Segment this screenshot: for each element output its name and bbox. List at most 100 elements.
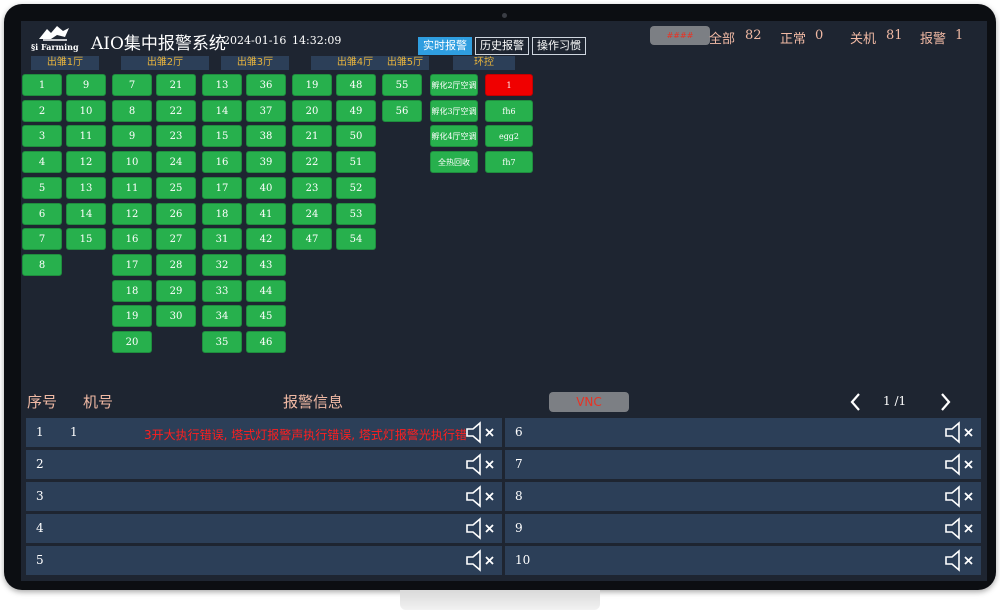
machine-button[interactable]: 3: [22, 125, 62, 147]
machine-button[interactable]: 39: [246, 151, 286, 173]
machine-button[interactable]: 1: [22, 74, 62, 96]
machine-button[interactable]: 7: [22, 228, 62, 250]
machine-button[interactable]: 22: [292, 151, 332, 173]
env-unit-button[interactable]: fh6: [485, 100, 533, 122]
machine-button[interactable]: 55: [382, 74, 422, 96]
env-unit-button[interactable]: fh7: [485, 151, 533, 173]
machine-button[interactable]: 21: [156, 74, 196, 96]
machine-button[interactable]: 18: [202, 203, 242, 225]
machine-button[interactable]: 19: [292, 74, 332, 96]
machine-button[interactable]: 10: [66, 100, 106, 122]
alarm-row[interactable]: 3: [26, 482, 502, 511]
machine-button[interactable]: 15: [202, 125, 242, 147]
speaker-mute-icon[interactable]: [464, 452, 498, 477]
machine-button[interactable]: 52: [336, 177, 376, 199]
machine-button[interactable]: 46: [246, 331, 286, 353]
alarm-row[interactable]: 10: [505, 546, 981, 575]
machine-button[interactable]: 23: [292, 177, 332, 199]
tab-realtime-alarm[interactable]: 实时报警: [418, 37, 472, 55]
machine-button[interactable]: 23: [156, 125, 196, 147]
env-unit-button-alarm[interactable]: 1: [485, 74, 533, 96]
alarm-row[interactable]: 8: [505, 482, 981, 511]
tab-operation-habits[interactable]: 操作习惯: [532, 37, 586, 55]
machine-button[interactable]: 8: [22, 254, 62, 276]
machine-button[interactable]: 2: [22, 100, 62, 122]
machine-button[interactable]: 14: [202, 100, 242, 122]
machine-button[interactable]: 56: [382, 100, 422, 122]
env-unit-button[interactable]: egg2: [485, 125, 533, 147]
speaker-mute-icon[interactable]: [943, 516, 977, 541]
stat-all-label[interactable]: 全部: [709, 28, 735, 47]
machine-button[interactable]: 17: [202, 177, 242, 199]
machine-button[interactable]: 28: [156, 254, 196, 276]
machine-button[interactable]: 13: [202, 74, 242, 96]
machine-button[interactable]: 27: [156, 228, 196, 250]
machine-button[interactable]: 47: [292, 228, 332, 250]
machine-button[interactable]: 24: [292, 203, 332, 225]
alarm-row[interactable]: 2: [26, 450, 502, 479]
stat-alarm-label[interactable]: 报警: [920, 28, 946, 47]
machine-button[interactable]: 20: [292, 100, 332, 122]
speaker-mute-icon[interactable]: [943, 452, 977, 477]
machine-button[interactable]: 21: [292, 125, 332, 147]
machine-button[interactable]: 24: [156, 151, 196, 173]
machine-button[interactable]: 20: [112, 331, 152, 353]
machine-button[interactable]: 40: [246, 177, 286, 199]
machine-button[interactable]: 12: [66, 151, 106, 173]
machine-button[interactable]: 22: [156, 100, 196, 122]
chevron-right-icon[interactable]: [937, 392, 953, 412]
machine-button[interactable]: 8: [112, 100, 152, 122]
alarm-row[interactable]: 5: [26, 546, 502, 575]
machine-button[interactable]: 51: [336, 151, 376, 173]
machine-button[interactable]: 36: [246, 74, 286, 96]
alarm-row[interactable]: 9: [505, 514, 981, 543]
machine-button[interactable]: 48: [336, 74, 376, 96]
tab-history-alarm[interactable]: 历史报警: [475, 37, 529, 55]
env-unit-button[interactable]: 孵化2厅空调: [430, 74, 478, 96]
speaker-mute-icon[interactable]: [464, 484, 498, 509]
machine-button[interactable]: 30: [156, 305, 196, 327]
machine-button[interactable]: 44: [246, 280, 286, 302]
chevron-left-icon[interactable]: [848, 392, 864, 412]
alarm-row[interactable]: 7: [505, 450, 981, 479]
machine-button[interactable]: 49: [336, 100, 376, 122]
stat-normal-label[interactable]: 正常: [780, 28, 806, 47]
machine-button[interactable]: 9: [112, 125, 152, 147]
machine-button[interactable]: 14: [66, 203, 106, 225]
speaker-mute-icon[interactable]: [943, 484, 977, 509]
machine-button[interactable]: 31: [202, 228, 242, 250]
machine-button[interactable]: 37: [246, 100, 286, 122]
machine-button[interactable]: 18: [112, 280, 152, 302]
machine-button[interactable]: 13: [66, 177, 106, 199]
machine-button[interactable]: 9: [66, 74, 106, 96]
alarm-row[interactable]: 6: [505, 418, 981, 447]
machine-button[interactable]: 34: [202, 305, 242, 327]
machine-button[interactable]: 15: [66, 228, 106, 250]
machine-button[interactable]: 54: [336, 228, 376, 250]
machine-button[interactable]: 50: [336, 125, 376, 147]
env-unit-button[interactable]: 孵化3厅空调: [430, 100, 478, 122]
status-toggle-button[interactable]: ####: [650, 26, 710, 45]
speaker-mute-icon[interactable]: [464, 516, 498, 541]
machine-button[interactable]: 43: [246, 254, 286, 276]
machine-button[interactable]: 12: [112, 203, 152, 225]
machine-button[interactable]: 26: [156, 203, 196, 225]
machine-button[interactable]: 11: [112, 177, 152, 199]
machine-button[interactable]: 53: [336, 203, 376, 225]
machine-button[interactable]: 19: [112, 305, 152, 327]
alarm-row[interactable]: 1 1 3开大执行错误, 塔式灯报警声执行错误, 塔式灯报警光执行错: [26, 418, 502, 447]
machine-button[interactable]: 42: [246, 228, 286, 250]
env-unit-button[interactable]: 全热回收: [430, 151, 478, 173]
alarm-row[interactable]: 4: [26, 514, 502, 543]
machine-button[interactable]: 41: [246, 203, 286, 225]
machine-button[interactable]: 16: [202, 151, 242, 173]
machine-button[interactable]: 4: [22, 151, 62, 173]
machine-button[interactable]: 5: [22, 177, 62, 199]
speaker-mute-icon[interactable]: [943, 420, 977, 445]
machine-button[interactable]: 45: [246, 305, 286, 327]
machine-button[interactable]: 38: [246, 125, 286, 147]
vnc-button[interactable]: VNC: [549, 392, 629, 412]
machine-button[interactable]: 16: [112, 228, 152, 250]
speaker-mute-icon[interactable]: [464, 548, 498, 573]
speaker-mute-icon[interactable]: [464, 420, 498, 445]
